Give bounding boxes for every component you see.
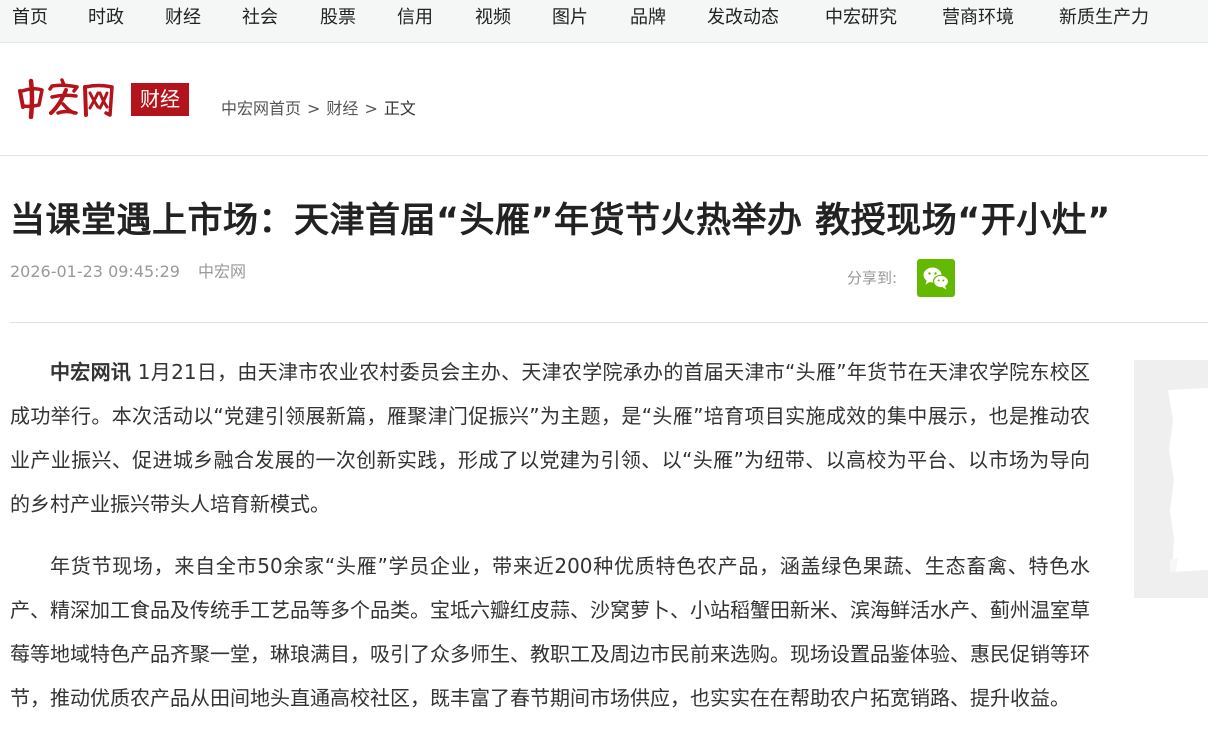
- nav-item-politics[interactable]: 时政: [88, 6, 124, 30]
- nav-item-brand[interactable]: 品牌: [630, 6, 666, 30]
- wechat-icon: [923, 267, 950, 290]
- nav-item-credit[interactable]: 信用: [397, 6, 433, 30]
- nav-item-new-productivity[interactable]: 新质生产力: [1059, 6, 1149, 30]
- article-paragraph: 年货节现场，来自全市50余家“头雁”学员企业，带来近200种优质特色农产品，涵盖…: [10, 544, 1090, 720]
- nav-item-business-environment[interactable]: 营商环境: [942, 6, 1014, 30]
- article-meta: 2026-01-23 09:45:29 中宏网: [10, 261, 246, 283]
- nav-item-video[interactable]: 视频: [475, 6, 511, 30]
- nav-item-home[interactable]: 首页: [12, 6, 48, 30]
- side-ad[interactable]: [1134, 360, 1208, 598]
- publish-date: 2026-01-23 09:45:29: [10, 262, 180, 281]
- breadcrumb-section[interactable]: 财经: [326, 99, 358, 118]
- site-header: 财经 中宏网首页 > 财经 > 正文: [0, 43, 1208, 156]
- article-title: 当课堂遇上市场：天津首届“头雁”年货节火热举办 教授现场“开小灶”: [10, 201, 1111, 241]
- breadcrumb-home[interactable]: 中宏网首页: [221, 99, 301, 118]
- top-nav: 首页 时政 财经 社会 股票 信用 视频 图片 品牌 发改动态 中宏研究 营商环…: [0, 0, 1208, 43]
- article-paragraph: 中宏网讯 1月21日，由天津市农业农村委员会主办、天津农学院承办的首届天津市“头…: [10, 350, 1090, 526]
- nav-item-ndrc-news[interactable]: 发改动态: [707, 6, 779, 30]
- nav-item-society[interactable]: 社会: [242, 6, 278, 30]
- side-ad-image: [1134, 360, 1208, 598]
- site-logo[interactable]: [14, 77, 118, 120]
- paragraph-text: 1月21日，由天津市农业农村委员会主办、天津农学院承办的首届天津市“头雁”年货节…: [10, 360, 1091, 516]
- nav-item-research[interactable]: 中宏研究: [825, 6, 897, 30]
- nav-item-stocks[interactable]: 股票: [320, 6, 356, 30]
- breadcrumb-separator: >: [364, 99, 378, 118]
- paragraph-text: 年货节现场，来自全市50余家“头雁”学员企业，带来近200种优质特色农产品，涵盖…: [10, 554, 1090, 710]
- share-label: 分享到:: [847, 269, 898, 287]
- nav-item-pictures[interactable]: 图片: [552, 6, 588, 30]
- breadcrumb-separator: >: [307, 99, 321, 118]
- nav-item-finance[interactable]: 财经: [165, 6, 201, 30]
- article-lead: 中宏网讯: [50, 360, 132, 384]
- article-body: 中宏网讯 1月21日，由天津市农业农村委员会主办、天津农学院承办的首届天津市“头…: [10, 350, 1090, 738]
- channel-badge[interactable]: 财经: [131, 83, 189, 116]
- breadcrumb: 中宏网首页 > 财经 > 正文: [221, 98, 416, 120]
- header-divider: [10, 322, 1208, 323]
- wechat-share-button[interactable]: [917, 259, 955, 297]
- article-source: 中宏网: [197, 262, 246, 281]
- site-logo-graphic: [18, 78, 114, 120]
- breadcrumb-current: 正文: [383, 99, 416, 118]
